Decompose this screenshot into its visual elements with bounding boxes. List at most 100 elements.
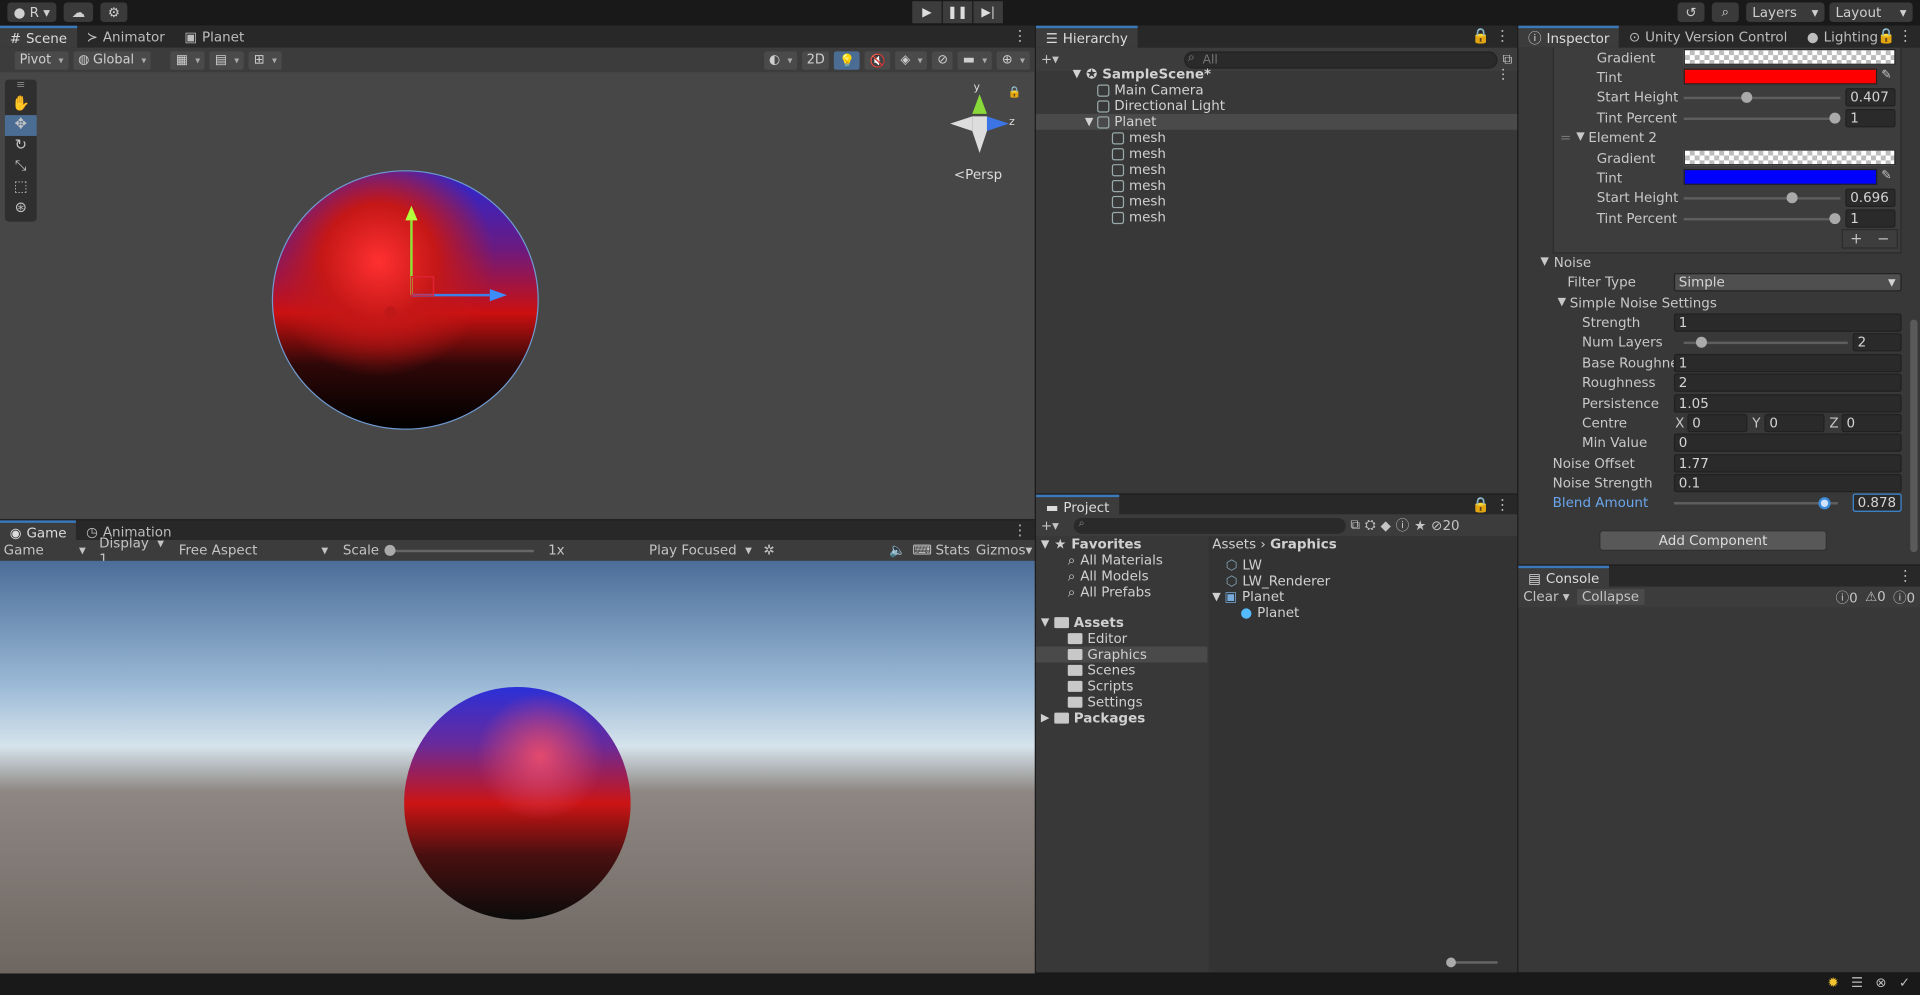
- tint-percent-slider[interactable]: [1683, 213, 1841, 225]
- asset-planet-material[interactable]: ▼ ▣ Planet: [1212, 589, 1284, 605]
- start-height-slider[interactable]: [1683, 91, 1841, 103]
- tab-console[interactable]: ▤ Console: [1518, 565, 1610, 588]
- cloud-icon[interactable]: ☁: [63, 2, 94, 23]
- search-by-type-icon[interactable]: ⧉: [1350, 517, 1360, 534]
- asset-lw[interactable]: ⬡ LW: [1226, 557, 1262, 573]
- services-icon[interactable]: ⚙: [100, 2, 128, 23]
- filter-type-dropdown[interactable]: Simple ▼: [1673, 273, 1902, 292]
- layers-dropdown[interactable]: Layers ▾: [1746, 2, 1825, 23]
- log-count-toggle[interactable]: ⓘ0: [1836, 587, 1858, 607]
- hierarchy-item-planet[interactable]: ▼ Planet: [1035, 113, 1518, 130]
- search-icon[interactable]: ⌕: [1711, 2, 1739, 23]
- slider-knob[interactable]: [1786, 192, 1798, 204]
- stats-button[interactable]: Stats: [934, 542, 971, 558]
- label-icon[interactable]: ◆: [1381, 517, 1391, 533]
- hierarchy-item-directional-light[interactable]: Directional Light: [1036, 98, 1517, 114]
- lock-icon[interactable]: 🔒: [1472, 496, 1490, 513]
- hierarchy-item-mesh[interactable]: mesh: [1036, 209, 1517, 225]
- hierarchy-item-mesh[interactable]: mesh: [1036, 162, 1517, 178]
- icon-size-knob[interactable]: [1446, 957, 1456, 968]
- move-gizmo[interactable]: [380, 203, 515, 325]
- warning-count-toggle[interactable]: ⚠0: [1865, 589, 1886, 605]
- centre-y-field[interactable]: 0: [1764, 413, 1825, 433]
- global-dropdown[interactable]: ◍ Global: [73, 50, 152, 70]
- inspector-scrollbar[interactable]: [1910, 319, 1918, 553]
- num-layers-slider[interactable]: [1683, 336, 1848, 348]
- kebab-icon[interactable]: ⋮: [1495, 27, 1510, 44]
- start-height-field[interactable]: 0.696: [1845, 188, 1896, 207]
- step-icon[interactable]: ▶|: [973, 1, 1003, 24]
- tab-hierarchy[interactable]: ☰ Hierarchy: [1035, 25, 1138, 48]
- error-count-toggle[interactable]: ⓘ0: [1893, 587, 1915, 607]
- hand-tool-icon[interactable]: ✋: [5, 94, 37, 115]
- icon-size-slider[interactable]: [1446, 957, 1498, 968]
- cache-icon[interactable]: ☰: [1851, 975, 1863, 991]
- blend-amount-field[interactable]: 0.878: [1852, 493, 1902, 512]
- num-layers-field[interactable]: 2: [1852, 333, 1902, 352]
- favorite-all-models[interactable]: ⌕ All Models: [1068, 568, 1149, 585]
- tab-planet[interactable]: ▣ Planet: [175, 26, 254, 48]
- hierarchy-item-mesh[interactable]: mesh: [1036, 178, 1517, 193]
- slider-knob[interactable]: [1818, 497, 1831, 510]
- aspect-dropdown[interactable]: Free Aspect ▾: [169, 542, 333, 558]
- centre-x-field[interactable]: 0: [1687, 413, 1748, 433]
- gizmos-dropdown[interactable]: Gizmos ▾: [971, 542, 1035, 558]
- eyedropper-icon[interactable]: ✎: [1877, 69, 1895, 85]
- camera-icon[interactable]: ▬: [957, 50, 993, 70]
- grid-visibility-icon[interactable]: ▤: [209, 50, 245, 70]
- hierarchy-item-mesh[interactable]: mesh: [1036, 130, 1517, 146]
- kebab-icon[interactable]: ⋮: [1898, 567, 1913, 584]
- draw-mode-icon[interactable]: ◐: [764, 50, 798, 70]
- tab-inspector[interactable]: ⓘ Inspector: [1518, 25, 1620, 48]
- strength-field[interactable]: 1: [1673, 313, 1902, 332]
- gradient-field[interactable]: [1683, 149, 1896, 166]
- tint-percent-field[interactable]: 1: [1845, 108, 1896, 128]
- simple-noise-foldout[interactable]: ▼ Simple Noise Settings: [1558, 293, 1717, 313]
- account-dropdown[interactable]: ● R ▾: [7, 2, 57, 23]
- pause-icon[interactable]: ❚❚: [942, 1, 973, 24]
- add-icon[interactable]: +▾: [1041, 51, 1059, 67]
- favorite-all-materials[interactable]: ⌕ All Materials: [1068, 552, 1163, 569]
- play-focused-dropdown[interactable]: Play Focused ▾: [649, 542, 757, 558]
- drag-handle-icon[interactable]: =: [1560, 129, 1571, 145]
- planet-game-view[interactable]: [404, 686, 631, 920]
- add-icon[interactable]: +▾: [1041, 517, 1059, 533]
- start-height-field[interactable]: 0.407: [1845, 88, 1896, 107]
- folder-scripts[interactable]: Scripts: [1067, 678, 1133, 694]
- slider-knob[interactable]: [1829, 112, 1841, 124]
- hierarchy-item-mesh[interactable]: mesh: [1036, 146, 1517, 162]
- collapse-button[interactable]: Collapse: [1576, 588, 1644, 605]
- folder-settings[interactable]: Settings: [1067, 694, 1143, 710]
- gradient-field[interactable]: [1683, 48, 1896, 65]
- add-component-button[interactable]: Add Component: [1599, 530, 1827, 552]
- tab-version-control[interactable]: ⊙ Unity Version Control: [1619, 26, 1797, 48]
- tab-scene[interactable]: # Scene: [0, 25, 77, 48]
- remove-icon[interactable]: −: [1877, 230, 1889, 247]
- project-search-input[interactable]: ⌕: [1073, 517, 1346, 534]
- transform-tool-icon[interactable]: ⊛: [5, 198, 37, 219]
- lighting-toggle-icon[interactable]: 💡: [834, 50, 860, 70]
- hidden-objects-icon[interactable]: ⊘: [932, 50, 953, 70]
- folder-editor[interactable]: Editor: [1067, 631, 1127, 647]
- hierarchy-item-main-camera[interactable]: Main Camera: [1036, 82, 1517, 98]
- breadcrumb-graphics[interactable]: Graphics: [1270, 536, 1337, 552]
- lock-icon[interactable]: 🔒: [1008, 87, 1022, 99]
- roughness-field[interactable]: 2: [1673, 373, 1902, 392]
- element-2-header[interactable]: = ▼ Element 2: [1560, 127, 1657, 147]
- asset-lw-renderer[interactable]: ⬡ LW_Renderer: [1226, 573, 1330, 589]
- slider-knob[interactable]: [1695, 336, 1707, 348]
- add-icon[interactable]: +: [1850, 230, 1862, 247]
- scene-row[interactable]: ▼ ✪ SampleScene* ⋮: [1036, 66, 1517, 82]
- favorite-all-prefabs[interactable]: ⌕ All Prefabs: [1068, 583, 1151, 600]
- kebab-icon[interactable]: ⋮: [1496, 66, 1509, 82]
- kebab-icon[interactable]: ⋮: [1013, 522, 1028, 539]
- tint-percent-field[interactable]: 1: [1845, 209, 1896, 228]
- star-icon[interactable]: ★: [1414, 517, 1426, 533]
- layout-dropdown[interactable]: Layout ▾: [1829, 2, 1913, 23]
- tint-color-swatch[interactable]: [1683, 68, 1878, 85]
- folder-scenes[interactable]: Scenes: [1067, 662, 1135, 678]
- history-icon[interactable]: ↺: [1677, 2, 1705, 23]
- lighting-bake-icon[interactable]: ✹: [1828, 975, 1839, 991]
- tab-animator[interactable]: ≻ Animator: [77, 26, 175, 48]
- grid-snap-icon[interactable]: ▦: [170, 50, 206, 70]
